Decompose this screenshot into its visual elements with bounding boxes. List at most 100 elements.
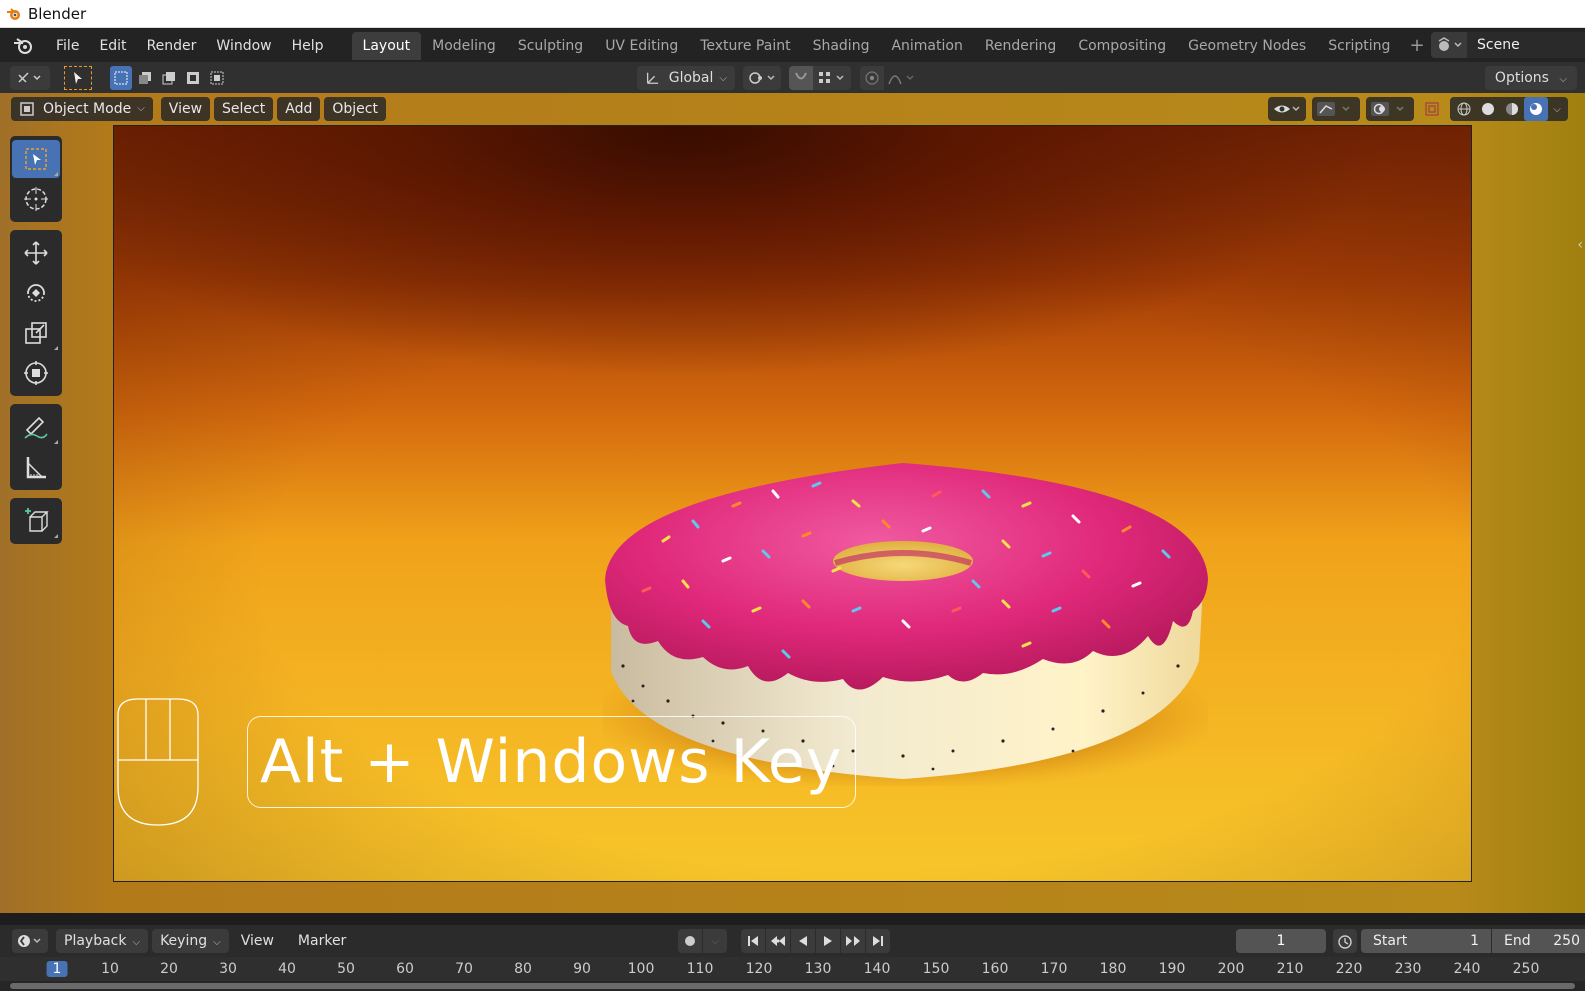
jump-prev-keyframe-icon[interactable] xyxy=(766,929,790,953)
mode-dropdown[interactable]: Object Mode ⌵ xyxy=(11,97,153,121)
shading-solid-icon[interactable] xyxy=(1476,97,1500,121)
scene-browse-icon[interactable] xyxy=(1431,32,1467,58)
measure-icon xyxy=(26,457,46,479)
timeline-scrollbar[interactable] xyxy=(0,981,1585,991)
preview-range-icon[interactable] xyxy=(1333,929,1357,953)
menu-file[interactable]: File xyxy=(46,32,89,60)
menu-render[interactable]: Render xyxy=(137,32,207,60)
frame-range: Start 1 End 250 xyxy=(1333,929,1585,953)
tool-scale[interactable] xyxy=(12,314,60,352)
scene-name-field[interactable]: Scene xyxy=(1467,32,1585,58)
ruler-tick: 1 xyxy=(46,961,68,977)
timeline-ruler[interactable]: 1 10 20 30 40 50 60 70 80 90 100 110 120… xyxy=(0,957,1585,981)
mode-invert-selection-icon[interactable] xyxy=(182,66,204,90)
playback-controls: ⌵ xyxy=(678,929,891,953)
xray-toggle-icon[interactable] xyxy=(1420,97,1444,121)
timeline-menu-playback[interactable]: Playback ⌵ xyxy=(56,929,149,953)
gizmo-toggle-icon[interactable] xyxy=(1312,97,1360,121)
shading-options-chevron-icon[interactable]: ⌵ xyxy=(1548,97,1566,121)
viewport-menu-object[interactable]: Object xyxy=(324,97,386,121)
ruler-tick: 140 xyxy=(863,961,891,977)
ruler-tick: 160 xyxy=(981,961,1009,977)
tab-layout[interactable]: Layout xyxy=(351,31,422,60)
tab-animation[interactable]: Animation xyxy=(880,32,973,60)
ruler-tick: 100 xyxy=(627,961,655,977)
tab-uv-editing[interactable]: UV Editing xyxy=(594,32,689,60)
menu-window[interactable]: Window xyxy=(206,32,281,60)
record-keyframe-icon[interactable] xyxy=(678,929,702,953)
tool-add-cube[interactable] xyxy=(12,502,60,540)
tab-scripting[interactable]: Scripting xyxy=(1317,32,1401,60)
annotate-icon xyxy=(24,416,48,439)
snap-target-icon[interactable] xyxy=(813,66,851,90)
add-workspace-icon[interactable]: + xyxy=(1401,35,1432,56)
play-icon[interactable] xyxy=(816,929,840,953)
tab-sculpting[interactable]: Sculpting xyxy=(507,32,594,60)
tool-measure[interactable] xyxy=(12,448,60,486)
tool-transform[interactable] xyxy=(12,354,60,392)
shading-material-icon[interactable] xyxy=(1500,97,1524,121)
keystroke-text: Alt + Windows Key xyxy=(260,727,843,797)
timeline-menu-view[interactable]: View xyxy=(233,929,282,953)
proportional-falloff-icon[interactable] xyxy=(884,66,920,90)
end-frame-field[interactable]: End 250 xyxy=(1492,929,1585,953)
visibility-eye-icon[interactable] xyxy=(1268,97,1306,121)
timeline-menu-marker[interactable]: Marker xyxy=(290,929,354,953)
jump-start-icon[interactable] xyxy=(741,929,765,953)
tool-annotate[interactable] xyxy=(12,408,60,446)
tab-texture-paint[interactable]: Texture Paint xyxy=(689,32,801,60)
shading-rendered-icon[interactable] xyxy=(1524,97,1548,121)
mode-intersect-selection-icon[interactable] xyxy=(206,66,228,90)
ruler-tick: 50 xyxy=(337,961,355,977)
auto-keying-chevron-icon[interactable]: ⌵ xyxy=(703,929,727,953)
viewport-menu-select[interactable]: Select xyxy=(214,97,274,121)
timeline-menu-keying[interactable]: Keying ⌵ xyxy=(152,929,229,953)
chevron-down-icon: ⌵ xyxy=(719,72,727,84)
transform-orientation-dropdown[interactable]: Global ⌵ xyxy=(637,66,735,90)
orientation-axis-icon xyxy=(646,72,659,84)
ruler-tick: 70 xyxy=(455,961,473,977)
tool-move[interactable] xyxy=(12,234,60,272)
tab-compositing[interactable]: Compositing xyxy=(1067,32,1177,60)
mode-extend-selection-icon[interactable] xyxy=(134,66,156,90)
end-label: End xyxy=(1504,933,1531,949)
shading-wireframe-icon[interactable] xyxy=(1452,97,1476,121)
play-reverse-icon[interactable] xyxy=(791,929,815,953)
orientation-label: Global xyxy=(668,70,714,86)
select-tool-icon[interactable] xyxy=(64,65,92,90)
proportional-editing-icon[interactable] xyxy=(860,66,884,90)
jump-end-icon[interactable] xyxy=(866,929,890,953)
mode-subtract-selection-icon[interactable] xyxy=(158,66,180,90)
editor-type-icon[interactable] xyxy=(10,65,50,90)
viewport-menu-view[interactable]: View xyxy=(160,97,211,121)
tool-select-box[interactable] xyxy=(12,140,60,178)
tab-rendering[interactable]: Rendering xyxy=(974,32,1068,60)
menu-help[interactable]: Help xyxy=(282,32,334,60)
blender-menu-icon[interactable] xyxy=(10,35,36,57)
tool-rotate[interactable] xyxy=(12,274,60,312)
jump-next-keyframe-icon[interactable] xyxy=(841,929,865,953)
current-frame-field[interactable]: 1 xyxy=(1236,929,1326,953)
start-label: Start xyxy=(1373,933,1408,949)
pivot-point-icon[interactable] xyxy=(743,66,781,90)
options-dropdown[interactable]: Options ⌵ xyxy=(1484,66,1577,90)
tool-cursor[interactable] xyxy=(12,180,60,218)
tab-modeling[interactable]: Modeling xyxy=(421,32,507,60)
viewport-menu-add[interactable]: Add xyxy=(277,97,321,121)
ruler-tick: 230 xyxy=(1394,961,1422,977)
timeline-editor-type-icon[interactable] xyxy=(12,929,48,953)
start-frame-field[interactable]: Start 1 xyxy=(1361,929,1491,953)
menu-edit[interactable]: Edit xyxy=(89,32,136,60)
sidebar-toggle-icon[interactable]: ‹ xyxy=(1577,237,1583,253)
tab-geometry-nodes[interactable]: Geometry Nodes xyxy=(1177,32,1317,60)
scrollbar-thumb[interactable] xyxy=(10,983,1575,989)
timeline-header: Playback ⌵ Keying ⌵ View Marker ⌵ 1 Start … xyxy=(0,925,1585,957)
tab-shading[interactable]: Shading xyxy=(802,32,881,60)
ruler-tick: 130 xyxy=(804,961,832,977)
snap-toggle-icon[interactable] xyxy=(789,66,813,90)
overlays-toggle-icon[interactable] xyxy=(1366,97,1414,121)
object-mode-icon xyxy=(20,102,34,116)
viewport-display-controls: ⌵ xyxy=(1268,97,1568,121)
ruler-tick: 110 xyxy=(686,961,714,977)
mode-new-selection-icon[interactable] xyxy=(110,65,132,90)
